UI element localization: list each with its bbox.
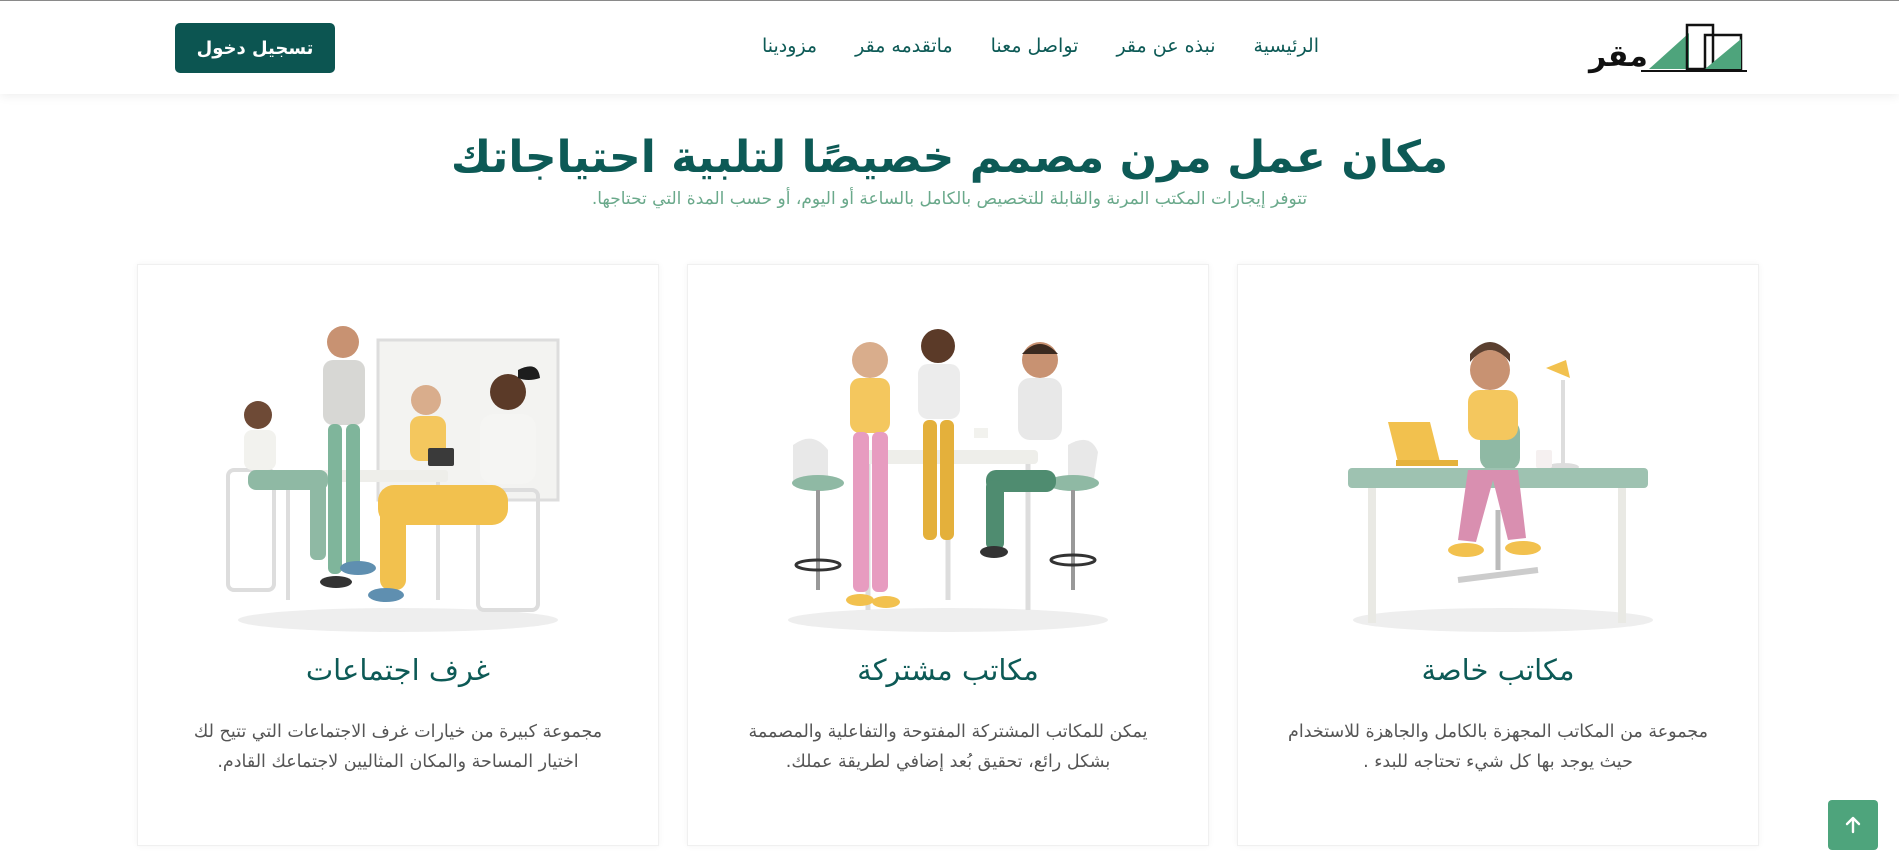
card-title: غرف اجتماعات [305,653,491,687]
site-header: مقر الرئيسية نبذه عن مقر تواصل معنا ماتق… [0,0,1899,94]
nav-item-about[interactable]: نبذه عن مقر [1116,35,1215,57]
card-description: مجموعة كبيرة من خيارات غرف الاجتماعات ال… [193,722,603,772]
arrow-up-icon [1845,816,1861,834]
logo-buildings-icon [1641,23,1747,72]
card-description: مجموعة من المكاتب المجهزة بالكامل والجاه… [1288,722,1708,772]
card-shared-offices[interactable]: مكاتب مشتركة يمكن للمكاتب المشتركة المفت… [687,264,1209,846]
meeting-room-illustration [226,326,560,632]
nav-item-services[interactable]: ماتقدمه مقر [855,35,953,57]
scroll-top-button[interactable] [1828,800,1878,850]
hero-subtitle: تتوفر إيجارات المكتب المرنة والقابلة للت… [591,189,1308,209]
login-button[interactable]: تسجيل دخول [175,23,335,73]
shared-office-illustration [788,329,1108,632]
card-title: مكاتب خاصة [1421,653,1575,687]
nav-item-home[interactable]: الرئيسية [1254,35,1319,57]
private-office-illustration [1348,342,1653,632]
card-description: يمكن للمكاتب المشتركة المفتوحة والتفاعلي… [748,722,1148,772]
card-meeting-rooms[interactable]: غرف اجتماعات مجموعة كبيرة من خيارات غرف … [137,264,659,846]
card-private-offices[interactable]: مكاتب خاصة مجموعة من المكاتب المجهزة بال… [1237,264,1759,846]
card-title: مكاتب مشتركة [857,653,1039,687]
brand-logo[interactable]: مقر [1589,21,1749,75]
brand-name: مقر [1589,39,1648,74]
nav-item-contact[interactable]: تواصل معنا [991,35,1079,57]
hero-title: مكان عمل مرن مصمم خصيصًا لتلبية احتياجات… [450,132,1449,183]
main-nav: الرئيسية نبذه عن مقر تواصل معنا ماتقدمه … [762,35,1319,57]
nav-item-providers[interactable]: مزودينا [762,35,817,57]
